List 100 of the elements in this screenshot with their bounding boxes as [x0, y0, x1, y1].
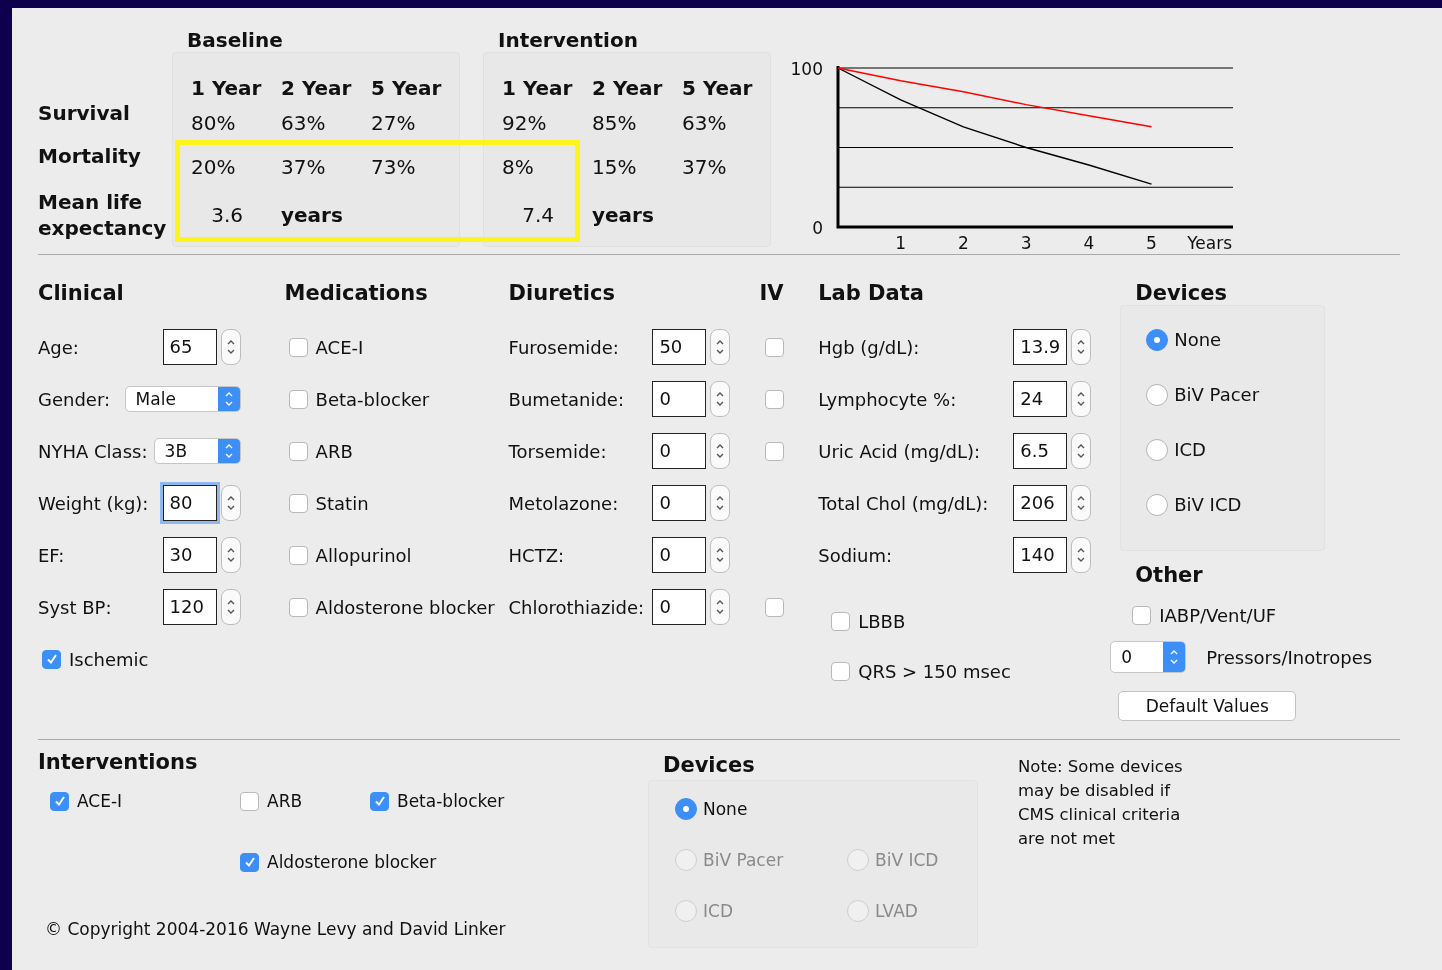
checkbox[interactable]	[288, 441, 308, 461]
radio-button[interactable]	[1146, 493, 1169, 516]
table-cell-text: 8%	[502, 155, 535, 179]
radio-button[interactable]	[1146, 438, 1169, 461]
stepper-button[interactable]	[710, 537, 731, 573]
stepper-button[interactable]	[710, 433, 731, 469]
checkbox-label: ACE-I	[315, 336, 364, 358]
number-field[interactable]: 24	[1013, 381, 1068, 417]
checkbox[interactable]	[288, 493, 308, 513]
table-cell-text: 92%	[502, 111, 548, 135]
field-label: HCTZ:	[508, 544, 565, 566]
checkbox[interactable]	[240, 791, 259, 811]
dropdown[interactable]: 0	[1110, 641, 1187, 673]
table-cell: 7.4	[522, 203, 554, 227]
field-label: Uric Acid (mg/dL):	[818, 440, 981, 462]
stepper-button[interactable]	[710, 381, 731, 417]
stepper-button[interactable]	[220, 485, 241, 521]
number-field[interactable]: 0	[652, 433, 707, 469]
number-field[interactable]: 50	[652, 329, 707, 365]
section-heading: Interventions	[38, 750, 199, 774]
checkbox-label: ARB	[315, 440, 353, 462]
section-heading: IV	[759, 281, 785, 305]
checkbox[interactable]	[831, 611, 851, 631]
stepper-button[interactable]	[710, 485, 731, 521]
stepper-button[interactable]	[710, 329, 731, 365]
dropdown[interactable]: 3B	[153, 438, 241, 464]
stepper-button[interactable]	[1071, 329, 1092, 365]
note-text: Note: Some devices may be disabled if CMS clinical criteria are not met	[1018, 756, 1184, 850]
checkbox[interactable]	[288, 337, 308, 357]
row-label: Survival	[38, 100, 131, 126]
number-field[interactable]: 80	[162, 485, 217, 521]
number-field[interactable]: 30	[162, 537, 217, 573]
radio-label: BiV ICD	[1174, 494, 1242, 515]
checkbox[interactable]	[765, 337, 785, 357]
stepper-button[interactable]	[1071, 381, 1092, 417]
copyright-text: © Copyright 2004-2016 Wayne Levy and David Linker	[44, 919, 507, 939]
checkbox[interactable]	[288, 597, 308, 617]
checkbox[interactable]	[288, 389, 308, 409]
number-field[interactable]: 206	[1013, 485, 1068, 521]
table-cell-text: 37%	[682, 155, 728, 179]
radio-label: ICD	[1174, 439, 1206, 460]
checkbox[interactable]	[240, 852, 259, 872]
stepper-button[interactable]	[1071, 433, 1092, 469]
table-cell-text: 80%	[191, 111, 237, 135]
stepper-button[interactable]	[1071, 485, 1092, 521]
number-field[interactable]: 0	[652, 381, 707, 417]
default-values-button[interactable]: Default Values	[1118, 691, 1297, 721]
number-field[interactable]: 140	[1013, 537, 1068, 573]
axis-tick-label: 2	[958, 233, 969, 253]
checkbox[interactable]	[765, 441, 785, 461]
stepper-button[interactable]	[220, 329, 241, 365]
checkbox[interactable]	[765, 597, 785, 617]
number-field[interactable]: 0	[652, 485, 707, 521]
number-field[interactable]: 65	[162, 329, 217, 365]
radio-button[interactable]	[1146, 328, 1169, 351]
table-cell-text: 85%	[592, 111, 638, 135]
column-header: 5 Year	[682, 76, 754, 100]
checkbox[interactable]	[765, 389, 785, 409]
checkbox-label: Allopurinol	[315, 544, 412, 566]
checkbox-label: Beta-blocker	[315, 388, 430, 410]
section-heading: Medications	[284, 281, 429, 305]
checkbox[interactable]	[370, 791, 389, 811]
checkbox-label: Statin	[315, 492, 369, 514]
field-label: EF:	[38, 544, 65, 566]
stepper-button[interactable]	[220, 589, 241, 625]
number-field[interactable]: 13.9	[1013, 329, 1068, 365]
column-header: 5 Year	[371, 76, 443, 100]
dropdown[interactable]: Male	[124, 386, 241, 412]
radio-button[interactable]	[1146, 383, 1169, 406]
table-cell: 3.6	[211, 203, 243, 227]
checkbox[interactable]	[1132, 605, 1152, 625]
radio-label: BiV ICD	[875, 849, 939, 870]
table-cell-text: 27%	[371, 111, 417, 135]
checkbox-label: ARB	[267, 791, 303, 811]
stepper-button[interactable]	[220, 537, 241, 573]
checkbox[interactable]	[50, 791, 69, 811]
number-field[interactable]: 120	[162, 589, 217, 625]
field-label: Weight (kg):	[38, 492, 149, 514]
checkbox-label: IABP/Vent/UF	[1159, 604, 1277, 626]
checkbox[interactable]	[288, 545, 308, 565]
group-title: Intervention	[497, 28, 639, 52]
radio-label: None	[703, 798, 748, 819]
checkbox[interactable]	[42, 649, 61, 669]
field-label: Syst BP:	[38, 596, 112, 618]
axis-tick-label: 3	[1020, 233, 1032, 253]
table-cell-text: 37%	[281, 155, 327, 179]
checkbox[interactable]	[831, 661, 851, 681]
column-header: 2 Year	[592, 76, 664, 100]
radio-label: BiV Pacer	[703, 849, 784, 870]
number-field[interactable]: 0	[652, 589, 707, 625]
stepper-button[interactable]	[710, 589, 731, 625]
radio-button[interactable]	[675, 797, 697, 820]
field-label: Furosemide:	[508, 336, 619, 358]
field-label: Pressors/Inotropes	[1206, 646, 1373, 668]
field-label: Torsemide:	[508, 440, 607, 462]
stepper-button[interactable]	[1071, 537, 1092, 573]
table-cell-text: 73%	[371, 155, 417, 179]
number-field[interactable]: 0	[652, 537, 707, 573]
number-field[interactable]: 6.5	[1013, 433, 1068, 469]
field-label: Sodium:	[818, 544, 893, 566]
